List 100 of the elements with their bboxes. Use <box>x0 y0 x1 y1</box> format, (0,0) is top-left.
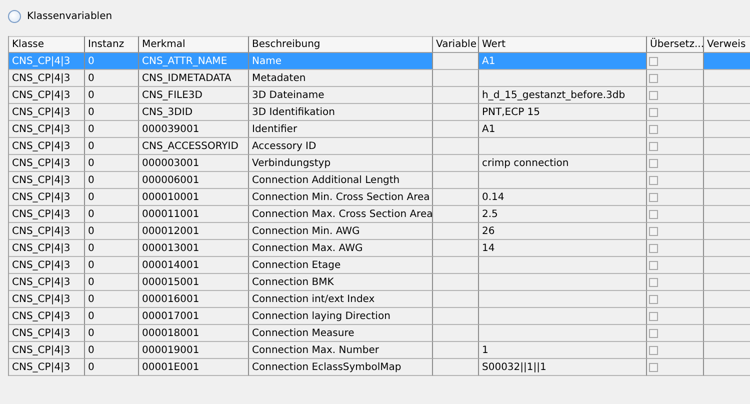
table-cell <box>433 274 479 291</box>
table-cell <box>433 104 479 121</box>
table-cell: A1 <box>479 53 647 70</box>
table-cell <box>433 172 479 189</box>
table-cell <box>433 342 479 359</box>
table-cell: 26 <box>479 223 647 240</box>
panel-title: Klassenvariablen <box>27 10 112 22</box>
checkbox[interactable] <box>649 74 658 82</box>
checkbox[interactable] <box>649 294 658 304</box>
table-cell: CNS_CP|4|3 <box>9 189 85 206</box>
checkbox[interactable] <box>649 90 658 100</box>
checkbox[interactable] <box>649 278 658 286</box>
table-cell <box>433 189 479 206</box>
table-cell: 0 <box>85 308 139 325</box>
table-cell: h_d_15_gestanzt_before.3db <box>479 87 647 104</box>
table-cell: CNS_ACCESSORYID <box>139 138 249 155</box>
table-cell <box>433 206 479 223</box>
checkbox[interactable] <box>649 260 658 270</box>
checkbox[interactable] <box>649 192 658 202</box>
table-cell: CNS_CP|4|3 <box>9 70 85 87</box>
table-cell: 0 <box>85 274 139 291</box>
table-cell: 0 <box>85 87 139 104</box>
table-cell: 0.14 <box>479 189 647 206</box>
table-cell: 000019001 <box>139 342 249 359</box>
column-header[interactable]: Klasse <box>9 36 85 53</box>
table-cell <box>433 121 479 138</box>
table-cell: crimp connection <box>479 155 647 172</box>
table-cell: 00001E001 <box>139 359 249 376</box>
checkbox[interactable] <box>649 176 658 184</box>
table-cell: Connection BMK <box>249 274 433 291</box>
table-cell: CNS_CP|4|3 <box>9 359 85 376</box>
column-header[interactable]: Beschreibung <box>249 36 433 53</box>
table-cell: CNS_CP|4|3 <box>9 291 85 308</box>
column-header[interactable]: Merkmal <box>139 36 249 53</box>
table-cell: CNS_FILE3D <box>139 87 249 104</box>
table-cell: PNT,ECP 15 <box>479 104 647 121</box>
checkbox[interactable] <box>649 244 658 252</box>
table-cell: 000014001 <box>139 257 249 274</box>
table-cell: S00032||1||1 <box>479 359 647 376</box>
checkbox[interactable] <box>649 158 658 168</box>
table-cell: 2.5 <box>479 206 647 223</box>
checkbox[interactable] <box>649 312 658 320</box>
table-cell: 3D Dateiname <box>249 87 433 104</box>
table-cell <box>433 291 479 308</box>
column-header[interactable]: Wert <box>479 36 647 53</box>
table-cell: Accessory ID <box>249 138 433 155</box>
column-header[interactable]: Übersetz... <box>647 36 704 53</box>
table-cell: 0 <box>85 257 139 274</box>
table-cell: Metadaten <box>249 70 433 87</box>
checkbox[interactable] <box>649 346 658 354</box>
checkbox[interactable] <box>649 226 658 236</box>
table-cell: 000017001 <box>139 308 249 325</box>
table-cell: CNS_3DID <box>139 104 249 121</box>
table-cell: Connection Max. Cross Section Area <box>249 206 433 223</box>
table-cell: 0 <box>85 121 139 138</box>
table-cell: Connection Measure <box>249 325 433 342</box>
checkbox[interactable] <box>649 124 658 134</box>
table-cell: 0 <box>85 342 139 359</box>
table-cell: 000003001 <box>139 155 249 172</box>
checkbox[interactable] <box>649 108 658 116</box>
table-cell <box>433 359 479 376</box>
table-cell: 000015001 <box>139 274 249 291</box>
table-cell: CNS_CP|4|3 <box>9 87 85 104</box>
table-cell: 0 <box>85 240 139 257</box>
table-cell: CNS_CP|4|3 <box>9 206 85 223</box>
checkbox[interactable] <box>649 362 658 372</box>
panel-icon <box>8 10 21 22</box>
table-cell <box>433 223 479 240</box>
table-cell: 000010001 <box>139 189 249 206</box>
table-cell: CNS_CP|4|3 <box>9 325 85 342</box>
table-cell: 0 <box>85 291 139 308</box>
table-cell: CNS_ATTR_NAME <box>139 53 249 70</box>
table-cell: CNS_CP|4|3 <box>9 155 85 172</box>
table-cell: 1 <box>479 342 647 359</box>
table-cell: 000012001 <box>139 223 249 240</box>
table-cell: CNS_IDMETADATA <box>139 70 249 87</box>
table-cell <box>433 87 479 104</box>
table-cell: CNS_CP|4|3 <box>9 308 85 325</box>
table-cell: CNS_CP|4|3 <box>9 121 85 138</box>
checkbox[interactable] <box>649 210 658 218</box>
table-cell <box>433 53 479 70</box>
table-cell: CNS_CP|4|3 <box>9 53 85 70</box>
table-cell: Connection Additional Length <box>249 172 433 189</box>
table-cell: 000011001 <box>139 206 249 223</box>
table-cell: 0 <box>85 155 139 172</box>
checkbox[interactable] <box>649 56 658 66</box>
table-cell: 000039001 <box>139 121 249 138</box>
table-cell <box>433 70 479 87</box>
checkbox[interactable] <box>649 142 658 150</box>
table-cell: Identifier <box>249 121 433 138</box>
table-cell: Connection int/ext Index <box>249 291 433 308</box>
table-cell <box>433 257 479 274</box>
table-cell: 0 <box>85 206 139 223</box>
checkbox[interactable] <box>649 328 658 338</box>
table-cell: 3D Identifikation <box>249 104 433 121</box>
table-cell: CNS_CP|4|3 <box>9 138 85 155</box>
column-header[interactable]: Variable <box>433 36 479 53</box>
table-cell: Connection Min. AWG <box>249 223 433 240</box>
column-header[interactable]: Verweis <box>704 36 750 53</box>
column-header[interactable]: Instanz <box>85 36 139 53</box>
